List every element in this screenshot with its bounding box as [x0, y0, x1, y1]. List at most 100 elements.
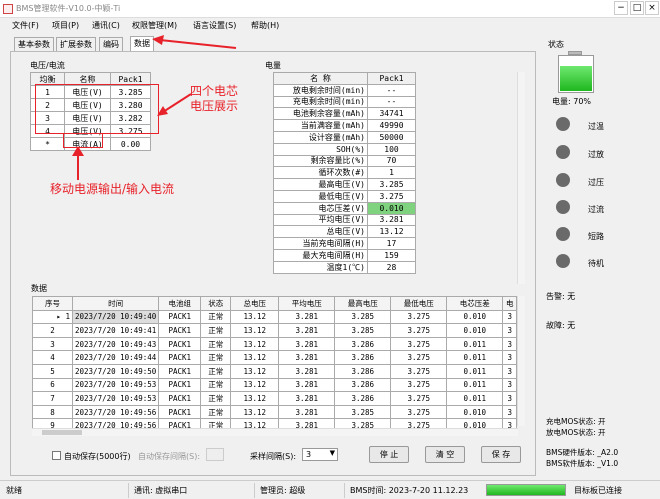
data-cell: 3.285 [334, 309, 392, 325]
data-cell: 0.011 [446, 391, 504, 406]
data-cell: 3 [32, 336, 73, 352]
quantity-value: 0.010 [367, 201, 416, 215]
data-cell: PACK1 [158, 309, 202, 325]
quantity-name: 最高电压(V) [273, 178, 368, 191]
quantity-value: -- [367, 95, 416, 109]
quantity-name: 放电剩余时间(min) [273, 83, 368, 97]
table-row[interactable]: SOH(%) 100 [273, 142, 416, 156]
data-cell: PACK1 [158, 336, 202, 352]
tab-encoding[interactable]: 编码 [99, 37, 123, 52]
clear-button[interactable]: 清 空 [425, 446, 465, 463]
current-arrow [72, 146, 84, 180]
chevron-down-icon: ▼ [329, 449, 335, 457]
data-vscrollbar[interactable] [517, 296, 525, 426]
table-row[interactable]: 当前充电间隔(H) 17 [273, 237, 416, 250]
table-row[interactable]: ▸ 1 2023/7/20 10:49:40 PACK1 正常 13.12 3.281 3.… [32, 309, 518, 325]
col-total-voltage: 总电压 [230, 296, 280, 311]
table-row[interactable]: 充电剩余时间(min) -- [273, 95, 416, 109]
data-cell: 3.281 [278, 323, 336, 338]
col-avg-voltage: 平均电压 [278, 296, 336, 311]
quantity-name: 平均电压(V) [273, 213, 368, 227]
autosave-label: 自动保存(5000行) [64, 452, 131, 461]
table-row[interactable]: 2 2023/7/20 10:49:41 PACK1 正常 13.12 3.281 3.28… [32, 323, 518, 338]
maximize-button[interactable]: □ [630, 1, 644, 15]
current-annotation: 移动电源输出/输入电流 [50, 182, 175, 196]
quantity-name: 最低电压(V) [273, 189, 368, 203]
hscroll-thumb[interactable] [42, 430, 82, 435]
minimize-button[interactable]: − [614, 1, 628, 15]
tab-extended-params[interactable]: 扩展参数 [56, 37, 96, 52]
standby-label: 待机 [588, 259, 604, 268]
overtemp-lamp [556, 117, 570, 131]
table-row[interactable]: 当前满容量(mAh) 49990 [273, 119, 416, 132]
data-hscrollbar[interactable] [32, 428, 518, 436]
overtemp-label: 过温 [588, 122, 604, 131]
table-row[interactable]: 循环次数(#) 1 [273, 166, 416, 180]
comm-text: 通讯: 虚拟串口 [134, 486, 188, 495]
quantity-name: 电芯压差(V) [273, 201, 368, 215]
menu-help[interactable]: 帮助(H) [251, 20, 279, 31]
data-cell: 3 [502, 404, 518, 420]
close-button[interactable]: × [645, 1, 659, 15]
quantity-value: 3.285 [367, 178, 416, 191]
table-row[interactable]: 最低电压(V) 3.275 [273, 189, 416, 203]
data-cell: 3.275 [390, 309, 448, 325]
menu-file[interactable]: 文件(F) [12, 20, 39, 31]
quantity-value: -- [367, 83, 416, 97]
data-cell: 13.12 [230, 363, 280, 379]
table-row[interactable]: 剩余容量比(%) 70 [273, 154, 416, 168]
data-cell: 3.286 [334, 391, 392, 406]
data-cell: 13.12 [230, 309, 280, 325]
table-row[interactable]: 电芯压差(V) 0.010 [273, 201, 416, 215]
quantity-value: 3.275 [367, 189, 416, 203]
quantity-name: 当前充电间隔(H) [273, 237, 368, 250]
table-row[interactable]: 4 2023/7/20 10:49:44 PACK1 正常 13.12 3.281 3.28… [32, 350, 518, 365]
table-row[interactable]: 5 2023/7/20 10:49:50 PACK1 正常 13.12 3.281 3.28… [32, 363, 518, 379]
table-row[interactable]: 7 2023/7/20 10:49:53 PACK1 正常 13.12 3.281 3.28… [32, 391, 518, 406]
table-row[interactable]: 电池剩余容量(mAh) 34741 [273, 107, 416, 121]
menu-language[interactable]: 语言设置(S) [193, 20, 236, 31]
menu-project[interactable]: 项目(P) [52, 20, 79, 31]
stop-button[interactable]: 停 止 [369, 446, 409, 463]
data-cell: 正常 [200, 350, 232, 365]
menu-permissions[interactable]: 权限管理(M) [132, 20, 177, 31]
data-cell: 13.12 [230, 404, 280, 420]
data-cell: 2023/7/20 10:49:53 [71, 391, 160, 406]
cells-section-title: 电压/电流 [30, 61, 65, 70]
data-cell: PACK1 [158, 404, 202, 420]
table-row[interactable]: 3 2023/7/20 10:49:43 PACK1 正常 13.12 3.281 3.28… [32, 336, 518, 352]
data-cell: 3.281 [278, 391, 336, 406]
data-cell: 13.12 [230, 336, 280, 352]
data-cell: 3.281 [278, 350, 336, 365]
data-cell: 3.275 [390, 391, 448, 406]
table-row[interactable]: 6 2023/7/20 10:49:53 PACK1 正常 13.12 3.281 3.28… [32, 377, 518, 393]
table-row[interactable]: 8 2023/7/20 10:49:56 PACK1 正常 13.12 3.281 3.28… [32, 404, 518, 420]
data-cell: 3.281 [278, 404, 336, 420]
data-cell: 3 [502, 350, 518, 365]
col-time: 时间 [71, 296, 160, 311]
table-row[interactable]: 温度1(℃) 28 [273, 260, 416, 274]
save-button[interactable]: 保 存 [481, 446, 521, 463]
data-cell: 正常 [200, 323, 232, 338]
cells-annotation-line2: 电压展示 [190, 99, 239, 113]
data-cell: 3 [502, 336, 518, 352]
autosave-interval-select[interactable] [206, 448, 224, 461]
ready-text: 就绪 [6, 486, 22, 495]
autosave-checkbox[interactable] [52, 451, 61, 460]
quantity-scrollbar[interactable] [517, 72, 525, 284]
quantity-name: 设计容量(mAh) [273, 130, 368, 144]
menu-comm[interactable]: 通讯(C) [92, 20, 120, 31]
data-cell: 13.12 [230, 377, 280, 393]
table-row[interactable]: 总电压(V) 13.12 [273, 225, 416, 239]
table-row[interactable]: 最大充电间隔(H) 159 [273, 248, 416, 262]
data-cell: 正常 [200, 391, 232, 406]
tab-basic-params[interactable]: 基本参数 [14, 37, 54, 52]
data-cell: 3 [502, 363, 518, 379]
table-row[interactable]: 放电剩余时间(min) -- [273, 83, 416, 97]
history-data-table: 序号 时间 电池组 状态 总电压 平均电压 最高电压 最低电压 电芯压差 电 ▸… [32, 296, 518, 433]
data-cell: 3.275 [390, 323, 448, 338]
sample-interval-select[interactable]: 3 ▼ [302, 448, 338, 461]
table-row[interactable]: 平均电压(V) 3.281 [273, 213, 416, 227]
table-row[interactable]: 设计容量(mAh) 50000 [273, 130, 416, 144]
table-row[interactable]: 最高电压(V) 3.285 [273, 178, 416, 191]
